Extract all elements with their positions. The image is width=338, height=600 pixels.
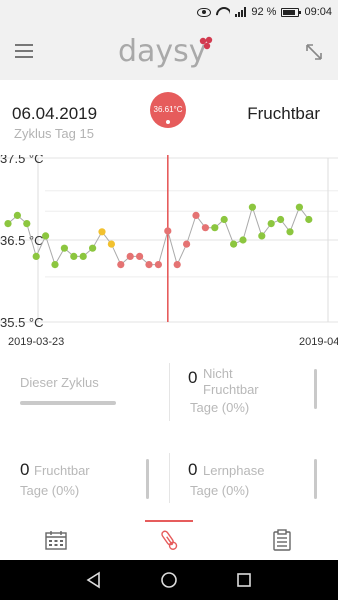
battery-icon <box>281 7 302 17</box>
temperature-point <box>42 232 50 240</box>
non-fertile-days: Tage (0%) <box>190 400 250 415</box>
temperature-point <box>192 211 200 219</box>
temperature-point <box>211 224 219 232</box>
temperature-point <box>23 220 31 228</box>
tab-thermometer[interactable] <box>113 520 225 560</box>
back-icon[interactable] <box>84 570 104 590</box>
non-fertile-count: 0 <box>188 368 198 387</box>
current-cycle-bar <box>20 401 116 405</box>
temperature-point <box>154 261 162 269</box>
temperature-chart[interactable]: 37.5 °C 36.5 °C 35.5 °C 2019-03-23 2019-04 <box>0 155 338 350</box>
temperature-point <box>70 252 78 260</box>
fertile-days: Tage (0%) <box>20 483 80 498</box>
non-fertile-bar <box>314 369 317 409</box>
temperature-point <box>230 240 238 248</box>
temperature-point <box>286 228 294 236</box>
tab-calendar[interactable] <box>0 520 112 560</box>
eye-icon <box>197 7 212 17</box>
temperature-point <box>295 203 303 211</box>
stats-divider <box>169 453 170 503</box>
clock: 09:04 <box>304 6 332 18</box>
hamburger-icon[interactable] <box>15 44 33 58</box>
thermometer-icon <box>161 530 178 550</box>
selected-date: 06.04.2019 <box>12 104 98 123</box>
temperature-point <box>89 244 97 252</box>
non-fertile-label-2: Fruchtbar <box>203 382 259 397</box>
temperature-point <box>79 252 87 260</box>
fertile-label: Fruchtbar <box>34 463 90 478</box>
current-cycle-label: Dieser Zyklus <box>20 375 99 390</box>
fertility-status: Fruchtbar <box>247 104 320 123</box>
app-bar: daysy <box>0 24 338 80</box>
logo: daysy <box>118 34 207 69</box>
temperature-point <box>126 252 134 260</box>
temperature-point <box>267 220 275 228</box>
x-tick-label: 2019-04 <box>299 336 338 348</box>
cycle-day: Zyklus Tag 15 <box>14 126 94 141</box>
home-icon[interactable] <box>159 570 179 590</box>
cycle-stats: Dieser Zyklus 0 Nicht Fruchtbar Tage (0%… <box>0 355 338 515</box>
temperature-point <box>305 215 313 224</box>
calendar-icon <box>45 531 67 550</box>
temperature-point <box>117 261 125 269</box>
temperature-point <box>248 203 256 211</box>
temperature-point <box>173 261 181 269</box>
learning-count: 0 <box>188 460 198 479</box>
status-bar: 92 % 09:04 <box>0 0 338 24</box>
temperature-point <box>32 252 40 260</box>
fertile-bar <box>146 459 149 499</box>
temperature-point <box>239 236 247 244</box>
temperature-point <box>60 244 68 252</box>
y-tick-label: 37.5 °C <box>0 155 44 166</box>
x-tick-label: 2019-03-23 <box>8 336 64 348</box>
recents-icon[interactable] <box>234 570 254 590</box>
temperature-point <box>13 211 21 219</box>
temperature-point <box>258 232 266 240</box>
temperature-point <box>136 252 144 260</box>
learning-label: Lernphase <box>203 463 265 478</box>
temperature-point <box>98 228 106 236</box>
fertile-count: 0 <box>20 460 30 479</box>
logo-flower-icon <box>199 36 213 50</box>
y-tick-label: 35.5 °C <box>0 315 44 330</box>
temperature-point <box>220 215 228 224</box>
battery-percentage: 92 % <box>251 6 277 18</box>
non-fertile-label-1: Nicht <box>203 366 233 381</box>
bottom-tab-bar <box>0 520 338 560</box>
temperature-point <box>145 261 153 269</box>
learning-bar <box>314 459 317 499</box>
system-nav-bar <box>0 560 338 600</box>
temperature-point <box>277 215 285 224</box>
stats-divider <box>169 363 170 421</box>
tab-clipboard[interactable] <box>226 520 338 560</box>
temperature-point <box>4 220 12 228</box>
temperature-point <box>107 240 115 248</box>
expand-arrows-icon[interactable] <box>304 42 324 62</box>
y-tick-label: 36.5 °C <box>0 233 44 248</box>
temperature-value: 36.61°C <box>153 105 183 114</box>
wifi-icon <box>216 7 230 17</box>
temperature-point <box>183 240 191 248</box>
temperature-bubble[interactable]: 36.61°C <box>150 92 186 128</box>
learning-days: Tage (0%) <box>190 483 250 498</box>
temperature-point <box>201 224 209 232</box>
temperature-point <box>51 261 59 269</box>
signal-icon <box>235 7 247 17</box>
temperature-point <box>164 227 172 235</box>
clipboard-icon <box>273 529 291 551</box>
